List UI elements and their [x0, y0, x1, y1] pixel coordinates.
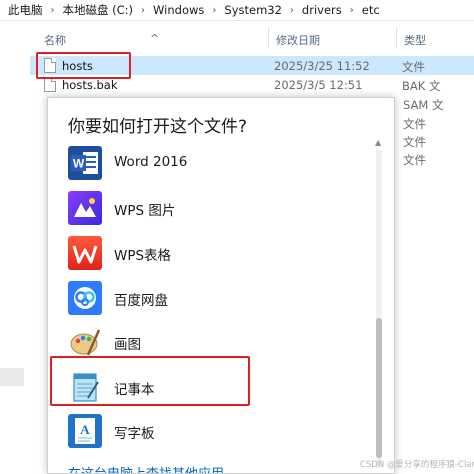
chevron-right-icon: › — [289, 4, 294, 16]
more-apps-link[interactable]: 在这台电脑上查找其他应用 — [68, 463, 224, 473]
file-type: 文件 — [403, 153, 426, 167]
breadcrumb-local-disk[interactable]: 本地磁盘 (C:) — [61, 2, 136, 18]
app-option-baidu-netdisk[interactable]: 百度网盘 — [68, 281, 368, 321]
file-type: 文件 — [402, 60, 425, 74]
file-date: 2025/3/5 12:51 — [274, 78, 363, 92]
chevron-right-icon: › — [349, 4, 354, 16]
app-label: Word 2016 — [114, 154, 188, 170]
file-type: 文件 — [403, 135, 426, 149]
scroll-up-arrow-icon[interactable]: ▲ — [375, 138, 381, 147]
file-icon — [44, 77, 56, 92]
hosts-highlight-box — [36, 52, 131, 79]
open-with-dialog: 你要如何打开这个文件? ▲ W Word 2016 WPS 图片 WPS表格 百… — [47, 97, 395, 474]
wordpad-icon: A — [68, 414, 102, 448]
scrollbar-thumb[interactable] — [376, 318, 382, 458]
breadcrumb-drivers[interactable]: drivers — [300, 3, 344, 17]
file-type: 文件 — [403, 117, 426, 131]
file-type: BAK 文 — [402, 79, 441, 93]
chevron-right-icon: › — [50, 4, 55, 16]
breadcrumb-etc[interactable]: etc — [360, 3, 382, 17]
app-label: WPS 图片 — [114, 203, 176, 219]
notepad-highlight-box — [50, 356, 250, 406]
breadcrumb-this-pc[interactable]: 此电脑 — [6, 2, 45, 18]
watermark: CSDN @爱分享的程序猿-Clare — [360, 460, 474, 470]
wps-sheet-icon — [68, 236, 102, 270]
nav-pane-selection[interactable] — [0, 368, 24, 386]
sort-up-icon: ^ — [150, 32, 160, 45]
paint-icon — [68, 325, 102, 359]
column-header: ^ 名称 修改日期 类型 — [0, 27, 474, 49]
column-divider[interactable] — [396, 27, 397, 49]
file-name: hosts.bak — [62, 78, 118, 92]
app-option-wordpad[interactable]: A 写字板 — [68, 414, 368, 454]
dialog-title: 你要如何打开这个文件? — [68, 117, 248, 137]
chevron-right-icon: › — [141, 4, 146, 16]
breadcrumb-system32[interactable]: System32 — [222, 3, 284, 17]
column-date[interactable]: 修改日期 — [276, 32, 320, 48]
app-option-word[interactable]: W Word 2016 — [68, 146, 368, 186]
column-type[interactable]: 类型 — [404, 32, 426, 48]
app-option-wps-sheet[interactable]: WPS表格 — [68, 236, 368, 276]
baidu-netdisk-icon — [68, 281, 102, 315]
app-label: 百度网盘 — [114, 293, 168, 309]
breadcrumb-windows[interactable]: Windows — [151, 3, 206, 17]
wps-image-icon — [68, 191, 102, 225]
column-name[interactable]: 名称 — [44, 32, 66, 48]
address-bar[interactable]: 此电脑 › 本地磁盘 (C:) › Windows › System32 › d… — [0, 0, 474, 21]
word-icon: W — [68, 146, 102, 180]
svg-text:W: W — [73, 157, 85, 171]
app-label: WPS表格 — [114, 248, 172, 264]
svg-text:A: A — [80, 422, 90, 437]
file-date: 2025/3/25 11:52 — [274, 59, 370, 73]
file-type: SAM 文 — [403, 98, 444, 112]
chevron-right-icon: › — [212, 4, 217, 16]
app-label: 写字板 — [114, 426, 155, 442]
app-option-wps-image[interactable]: WPS 图片 — [68, 191, 368, 231]
app-label: 画图 — [114, 337, 141, 353]
column-divider[interactable] — [268, 27, 269, 49]
